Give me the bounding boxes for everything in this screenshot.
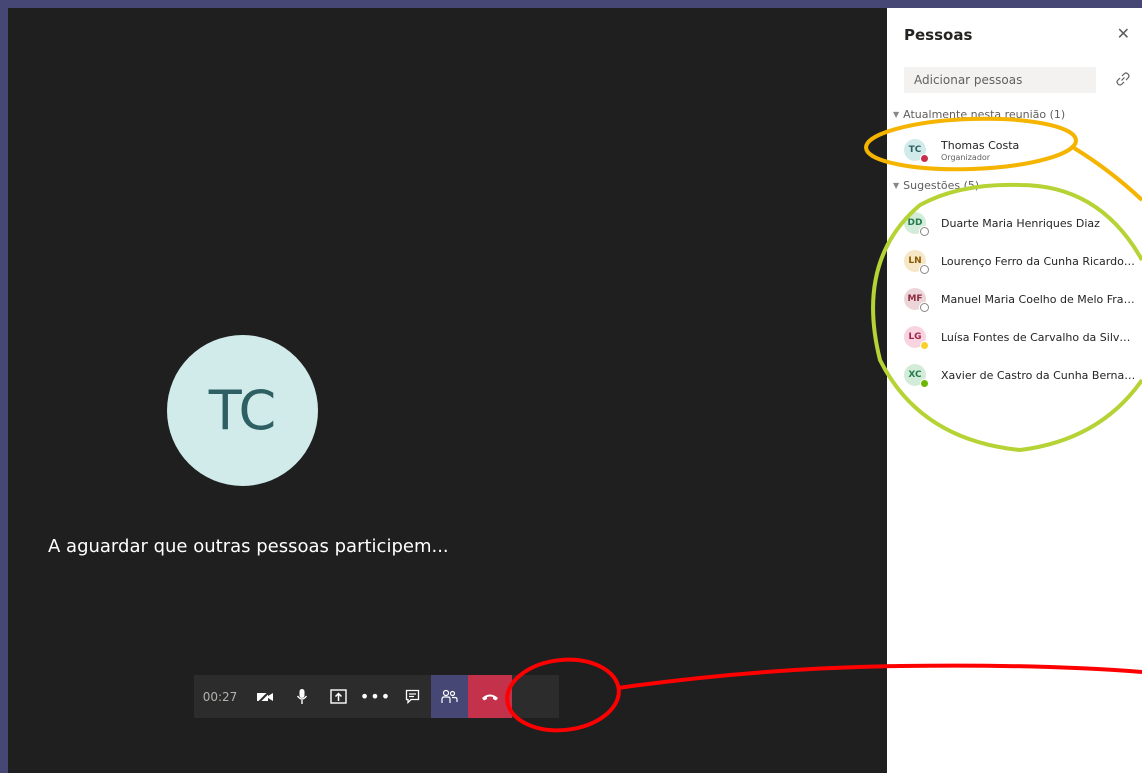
call-timer: 00:27 [202, 689, 238, 704]
status-busy-icon [920, 154, 929, 163]
in-meeting-section-header[interactable]: ▼ Atualmente nesta reunião (1) [893, 108, 1065, 121]
avatar-initials: DD [907, 218, 923, 228]
participants-button[interactable] [431, 675, 468, 718]
participant-text: Luísa Fontes de Carvalho da Silveira ... [941, 331, 1137, 344]
add-people-input[interactable] [904, 67, 1096, 93]
avatar: DD [904, 212, 929, 236]
participant-role: Organizador [941, 152, 991, 162]
share-screen-icon [330, 689, 347, 704]
participant-item[interactable]: XC Xavier de Castro da Cunha Bernarde... [904, 360, 1142, 390]
caret-down-icon: ▼ [893, 181, 900, 190]
hang-up-icon [482, 694, 498, 700]
self-avatar-initials: TC [208, 379, 277, 442]
microphone-toggle-button[interactable] [283, 675, 320, 718]
microphone-icon [296, 689, 307, 704]
avatar: XC [904, 364, 929, 388]
people-panel: Pessoas ✕ ▼ Atualmente nesta reunião (1)… [887, 8, 1142, 773]
chat-icon [405, 689, 420, 704]
avatar: LN [904, 250, 929, 274]
more-options-icon: ••• [359, 687, 392, 706]
avatar-initials: XC [908, 370, 922, 380]
avatar-initials: MF [907, 294, 923, 304]
hang-up-button[interactable] [468, 675, 512, 718]
status-offline-icon [920, 265, 929, 274]
call-toolbar: 00:27 ••• [194, 675, 559, 718]
participant-item[interactable]: DD Duarte Maria Henriques Diaz [904, 208, 1142, 238]
participant-item[interactable]: LG Luísa Fontes de Carvalho da Silveira .… [904, 322, 1142, 352]
video-stage: TC A aguardar que outras pessoas partici… [8, 8, 887, 773]
status-offline-icon [920, 227, 929, 236]
in-meeting-header-label: Atualmente nesta reunião (1) [903, 108, 1066, 121]
camera-toggle-button[interactable] [246, 675, 283, 718]
participant-name: Luísa Fontes de Carvalho da Silveira ... [941, 330, 1137, 344]
status-available-icon [920, 379, 929, 388]
participant-item[interactable]: MF Manuel Maria Coelho de Melo Franco [904, 284, 1142, 314]
avatar-initials: LN [908, 256, 922, 266]
participant-text: Manuel Maria Coelho de Melo Franco [941, 293, 1137, 306]
close-icon[interactable]: ✕ [1117, 24, 1130, 43]
avatar: LG [904, 326, 929, 350]
participant-text: Duarte Maria Henriques Diaz [941, 217, 1137, 230]
more-options-button[interactable]: ••• [357, 675, 394, 718]
self-avatar: TC [167, 335, 318, 486]
link-icon[interactable] [1116, 72, 1130, 86]
status-away-icon [920, 341, 929, 350]
participant-name: Thomas Costa [941, 138, 1020, 152]
caret-down-icon: ▼ [893, 110, 900, 119]
waiting-message: A aguardar que outras pessoas participem… [48, 536, 449, 557]
suggestions-section-header[interactable]: ▼ Sugestões (5) [893, 179, 979, 192]
participant-name: Manuel Maria Coelho de Melo Franco [941, 292, 1137, 306]
participant-text: Lourenço Ferro da Cunha Ricardo N... [941, 255, 1137, 268]
participant-name: Duarte Maria Henriques Diaz [941, 216, 1100, 230]
panel-title: Pessoas [904, 26, 973, 44]
avatar-initials: LG [908, 332, 922, 342]
participant-item[interactable]: LN Lourenço Ferro da Cunha Ricardo N... [904, 246, 1142, 276]
camera-off-icon [256, 689, 273, 704]
participants-icon [441, 689, 458, 703]
participant-name: Xavier de Castro da Cunha Bernarde... [941, 368, 1137, 382]
avatar: TC [904, 139, 929, 163]
participant-text: Thomas Costa Organizador [941, 139, 1137, 162]
share-screen-button[interactable] [320, 675, 357, 718]
suggestions-header-label: Sugestões (5) [903, 179, 980, 192]
participant-name: Lourenço Ferro da Cunha Ricardo N... [941, 254, 1137, 268]
participant-text: Xavier de Castro da Cunha Bernarde... [941, 369, 1137, 382]
chat-button[interactable] [394, 675, 431, 718]
avatar: MF [904, 288, 929, 312]
avatar-initials: TC [908, 145, 922, 155]
status-offline-icon [920, 303, 929, 312]
participant-item[interactable]: TC Thomas Costa Organizador [904, 135, 1142, 165]
